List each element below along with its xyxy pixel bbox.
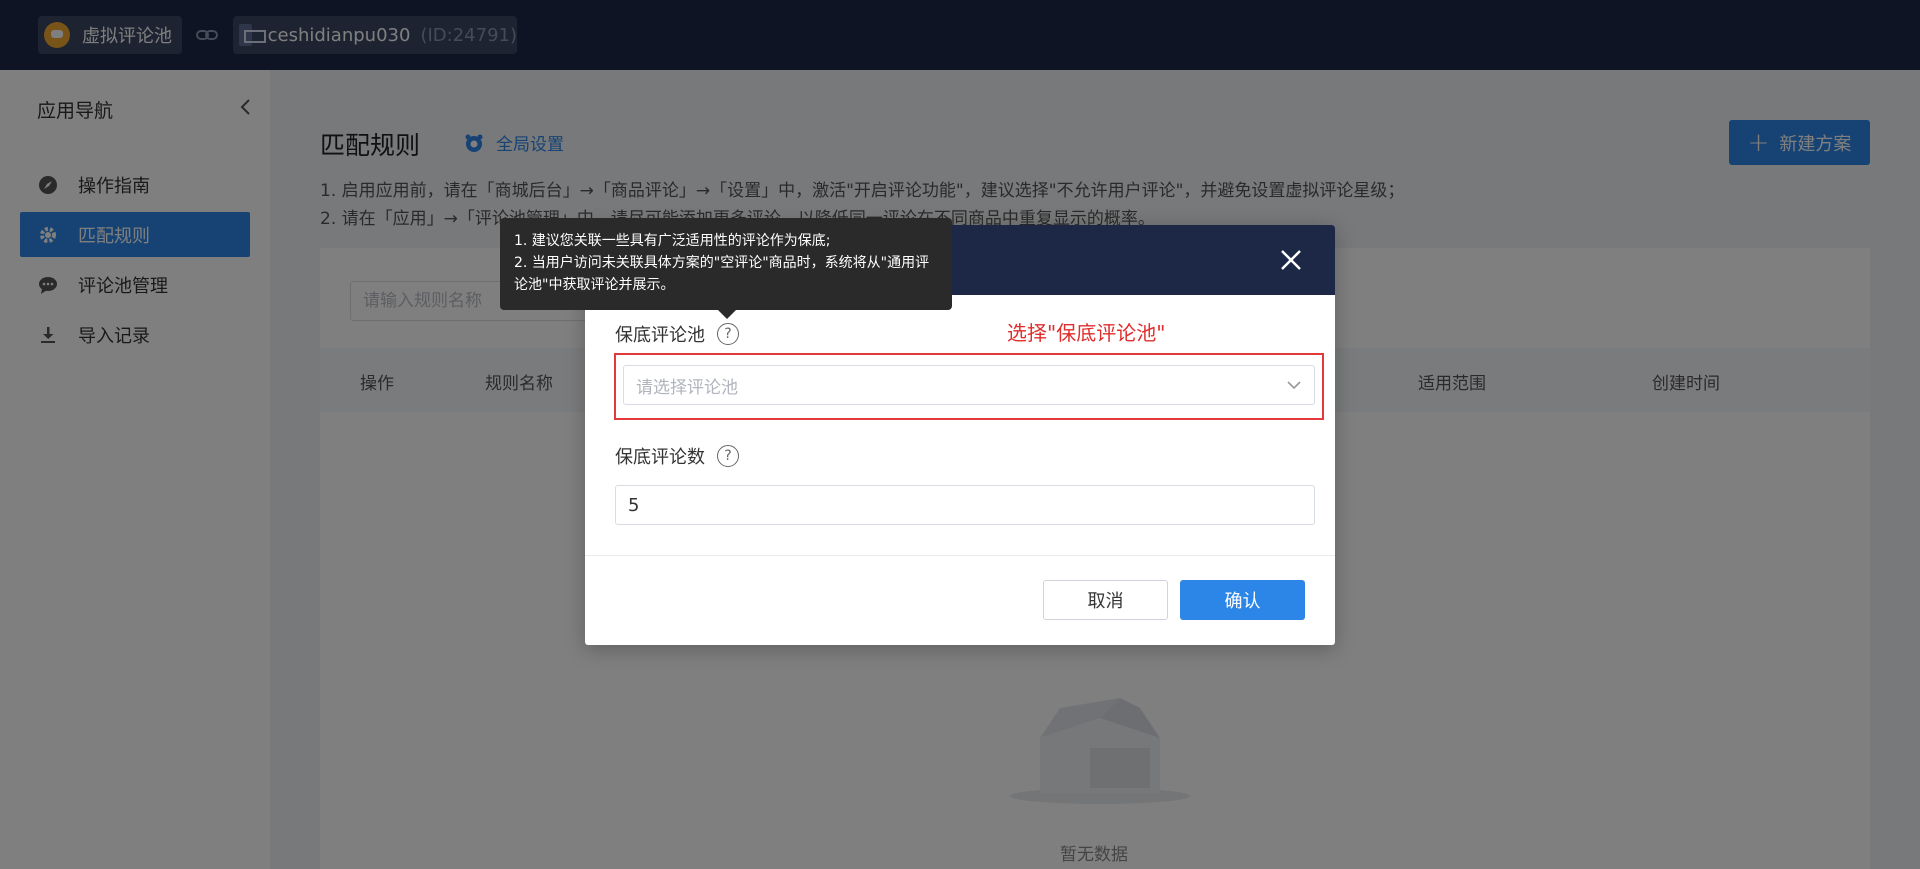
pool-select-placeholder: 请选择评论池 — [636, 377, 738, 398]
help-icon[interactable]: ? — [717, 323, 739, 345]
tooltip-line-2: 2. 当用户访问未关联具体方案的"空评论"商品时，系统将从"通用评论池"中获取评… — [514, 255, 930, 293]
chevron-down-icon — [1287, 381, 1301, 390]
close-icon[interactable] — [1279, 248, 1303, 272]
count-field-label: 保底评论数 ? — [615, 443, 739, 469]
cancel-button[interactable]: 取消 — [1043, 580, 1168, 620]
pool-label-text: 保底评论池 — [615, 325, 705, 346]
help-tooltip: 1. 建议您关联一些具有广泛适用性的评论作为保底; 2. 当用户访问未关联具体方… — [500, 218, 952, 319]
help-icon[interactable]: ? — [717, 445, 739, 467]
count-label-text: 保底评论数 — [615, 447, 705, 468]
modal-divider — [585, 555, 1335, 556]
tooltip-line-1: 1. 建议您关联一些具有广泛适用性的评论作为保底; — [514, 233, 831, 249]
annotation-hint: 选择"保底评论池" — [1007, 321, 1166, 345]
fallback-count-input[interactable]: 5 — [615, 485, 1315, 525]
pool-field-label: 保底评论池 ? — [615, 321, 739, 347]
confirm-button[interactable]: 确认 — [1180, 580, 1305, 620]
pool-select[interactable]: 请选择评论池 — [623, 365, 1315, 405]
fallback-count-value: 5 — [628, 494, 640, 516]
